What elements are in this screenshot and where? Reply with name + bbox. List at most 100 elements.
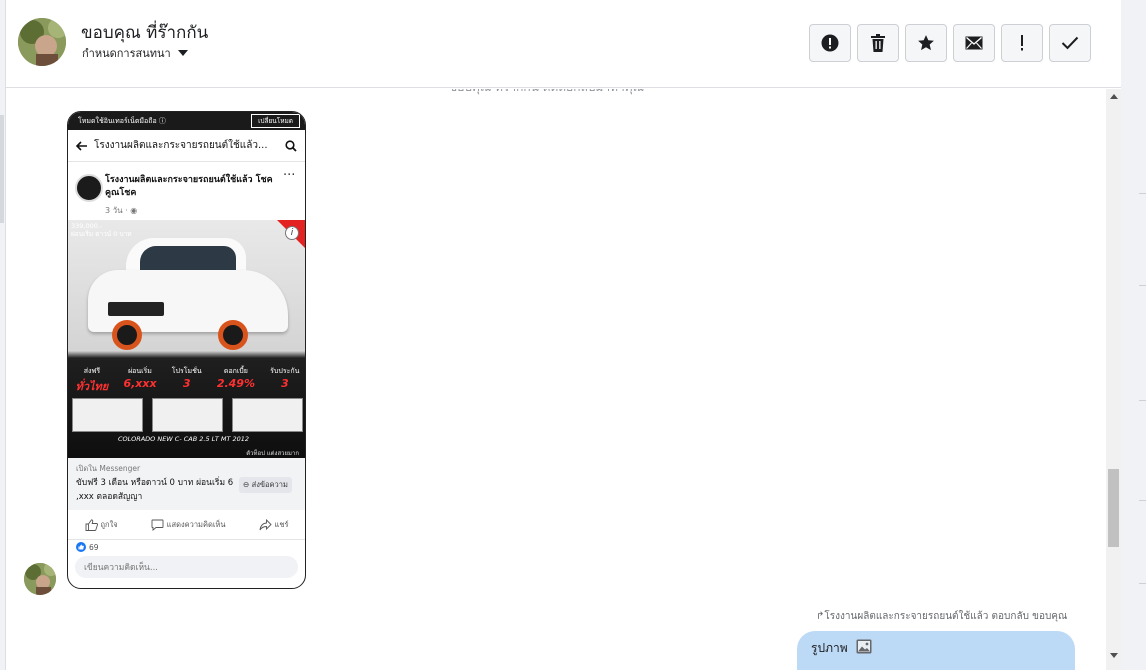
reaction-bar: ถูกใจ แสดงความคิดเห็น แชร์ <box>68 510 305 540</box>
cta-description: ขับฟรี 3 เดือน หรือดาวน์ 0 บาท ผ่อนเริ่ม… <box>76 478 234 502</box>
image-attachment-label: รูปภาพ <box>811 641 848 655</box>
scroll-up-arrow-icon[interactable] <box>1110 94 1118 99</box>
right-panel-edge <box>1121 0 1146 670</box>
envelope-icon <box>965 36 983 50</box>
contact-name: ขอบคุณ ที่ร๊ากกัน <box>81 23 209 43</box>
conversation-header: ขอบคุณ ที่ร๊ากกัน กำหนดการสนทนา <box>6 0 1121 88</box>
thumbnail-rear <box>152 398 223 432</box>
promo-small: ส่งฟรี <box>83 367 101 375</box>
like-action: ถูกใจ <box>85 518 118 531</box>
info-icon: i <box>285 226 299 240</box>
star-button[interactable] <box>905 24 947 62</box>
post-page-name: โรงงานผลิตและกระจายรถยนต์ใช้แล้ว โชคคูณโ… <box>105 175 273 198</box>
search-icon <box>285 139 297 152</box>
promo-small: รับประกัน <box>270 367 300 375</box>
comment-bubble-icon <box>151 519 164 531</box>
comment-action: แสดงความคิดเห็น <box>151 519 226 531</box>
vertical-scrollbar[interactable] <box>1106 89 1121 670</box>
scroll-down-arrow-icon[interactable] <box>1110 653 1118 658</box>
contact-avatar[interactable] <box>18 18 66 66</box>
sender-avatar[interactable] <box>24 563 56 595</box>
mark-done-button[interactable] <box>1049 24 1091 62</box>
promo-small: โปรโมชั่น <box>171 367 202 375</box>
outgoing-message-bubble[interactable]: รูปภาพ <box>797 631 1075 670</box>
comment-input: เขียนความคิดเห็น... <box>75 556 298 578</box>
more-dots-icon: ··· <box>283 168 296 183</box>
promo-big: 3 <box>280 377 289 390</box>
divider <box>1139 583 1146 584</box>
promo-item: ผ่อนเริ่ม 6,xxx <box>123 366 156 395</box>
delete-button[interactable] <box>857 24 899 62</box>
promo-item: โปรโมชั่น 3 <box>172 366 202 395</box>
thumbs-up-icon <box>85 518 98 531</box>
caret-down-icon <box>177 50 188 56</box>
header-actions <box>809 24 1091 62</box>
divider <box>1139 400 1146 401</box>
post-cta: เปิดใน Messenger ขับฟรี 3 เดือน หรือดาวน… <box>68 458 305 510</box>
phone-mode-switch: เปลี่ยนโหมด <box>251 114 300 128</box>
phone-page-title: โรงงานผลิตและกระจายรถยนต์ใช้แล้ว... <box>94 140 268 151</box>
post-header: โรงงานผลิตและกระจายรถยนต์ใช้แล้ว โชคคูณโ… <box>68 162 305 220</box>
promo-small: ผ่อนเริ่ม <box>128 367 152 375</box>
price-tag: 339,000.- ผ่อนเริ่ม ดาวน์ 0 บาท <box>71 222 132 238</box>
promo-item: ส่งฟรีทั่วไทย <box>76 366 109 395</box>
share-action: แชร์ <box>259 518 289 531</box>
divider <box>1139 500 1146 501</box>
promo-big: 6,xxx <box>123 377 157 390</box>
car-thumbnails <box>70 398 305 432</box>
conversation-panel: ขอบคุณ ที่ร๊ากกัน กำหนดการสนทนา โหมดใช้อ… <box>6 0 1121 670</box>
check-icon <box>1061 36 1079 50</box>
promo-strip: ส่งฟรี ทั่วไทย ผ่อนเริ่ม 6,xxx โปรโมชั่น 3 … <box>68 366 305 395</box>
mark-spam-button[interactable] <box>809 24 851 62</box>
shared-screenshot-image[interactable]: โหมดใช้อินเทอร์เน็ตมือถือ ⓘ เปลี่ยนโหมด … <box>67 111 306 589</box>
message-list[interactable]: ขอบคุณ ที่ร๊ากกัน ติดต่อกลับมาหาคุณ โหมด… <box>6 89 1106 670</box>
promo-small: ดอกเบี้ย <box>223 367 248 375</box>
scrollbar-thumb[interactable] <box>1108 469 1119 547</box>
divider <box>1139 193 1146 194</box>
like-label: ถูกใจ <box>100 519 118 529</box>
window: ขอบคุณ ที่ร๊ากกัน กำหนดการสนทนา โหมดใช้อ… <box>0 0 1146 670</box>
thumbnail-side-2 <box>232 398 303 432</box>
mark-unread-button[interactable] <box>953 24 995 62</box>
promo-big: ทั่วไทย <box>75 380 109 393</box>
dealer-tagline: ตัวท็อป แต่งสวยมาก <box>246 450 299 457</box>
reply-context-text: โรงงานผลิตและกระจายรถยนต์ใช้แล้ว ตอบกลับ… <box>824 611 1068 622</box>
trash-icon <box>871 34 885 52</box>
wheel-shape <box>218 320 248 350</box>
thumbnail-side <box>72 398 143 432</box>
divider <box>1139 285 1146 286</box>
assign-label: กำหนดการสนทนา <box>82 47 171 60</box>
phone-mode-text: โหมดใช้อินเทอร์เน็ตมือถือ ⓘ <box>78 116 166 125</box>
exclamation-icon <box>1021 35 1023 51</box>
left-panel-marker <box>0 115 4 223</box>
promo-big: 3 <box>182 377 191 390</box>
previous-message-text: ขอบคุณ ที่ร๊ากกัน ติดต่อกลับมาหาคุณ <box>449 89 644 97</box>
promo-item: ดอกเบี้ย 2.49% <box>217 366 255 395</box>
send-message-button: ⊖ ส่งข้อความ <box>239 477 292 493</box>
assign-conversation-dropdown[interactable]: กำหนดการสนทนา <box>82 44 188 62</box>
star-icon <box>918 35 934 51</box>
price-sub: ผ่อนเริ่ม ดาวน์ 0 บาท <box>71 230 132 238</box>
car-window-shape <box>140 246 236 272</box>
car-model-text: COLORADO NEW C- CAB 2.5 LT MT 2012 <box>118 435 250 443</box>
reply-context: ↱โรงงานผลิตและกระจายรถยนต์ใช้แล้ว ตอบกลั… <box>816 609 1067 624</box>
back-arrow-icon <box>76 140 87 151</box>
phone-nav-bar: โรงงานผลิตและกระจายรถยนต์ใช้แล้ว... <box>68 130 305 162</box>
like-count-value: 69 <box>89 542 99 552</box>
post-time: 3 วัน · ◉ <box>105 206 138 215</box>
image-icon <box>856 639 872 654</box>
share-arrow-icon <box>259 518 272 530</box>
page-logo <box>75 174 103 202</box>
flag-button[interactable] <box>1001 24 1043 62</box>
car-grill-shape <box>108 302 164 316</box>
open-in-messenger: เปิดใน Messenger <box>76 464 141 473</box>
car-ad-image: 339,000.- ผ่อนเริ่ม ดาวน์ 0 บาท i ส่งฟรี… <box>68 220 305 458</box>
promo-big: 2.49% <box>216 377 255 390</box>
price-value: 339,000.- <box>71 222 103 230</box>
phone-mode-bar: โหมดใช้อินเทอร์เน็ตมือถือ ⓘ เปลี่ยนโหมด <box>68 112 305 130</box>
wheel-shape <box>112 320 142 350</box>
share-label: แชร์ <box>274 519 289 529</box>
like-badge-icon <box>76 542 86 552</box>
promo-item: รับประกัน 3 <box>270 366 299 395</box>
like-count: 69 <box>68 540 305 554</box>
